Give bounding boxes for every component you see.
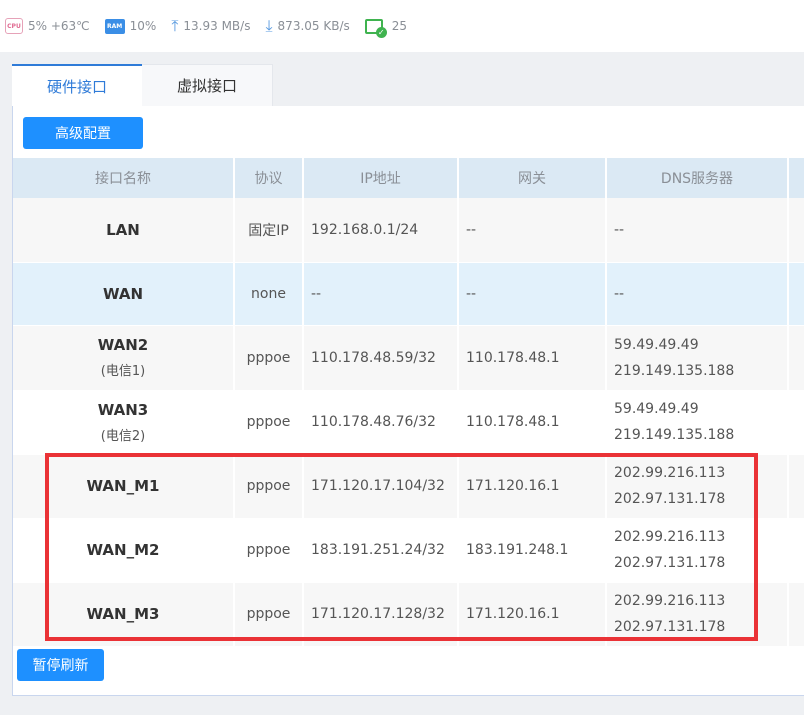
table-row[interactable]: WAN_M3 pppoe 171.120.17.128/32 171.120.1… [13,582,804,647]
protocol: pppoe [234,518,304,583]
dns-secondary: 202.97.131.178 [614,555,726,571]
header-protocol[interactable]: 协议 [234,158,304,198]
connections-stat: ✓ 25 [364,18,408,38]
ip-address: -- [303,262,459,326]
ip-address: 110.178.48.76/32 [303,390,459,455]
dns-primary: 59.49.49.49 [614,336,699,353]
dns-secondary: 202.97.131.178 [614,619,726,635]
gateway: -- [458,198,607,263]
download-value: 873.05 KB/s [277,19,350,33]
gateway: -- [458,262,607,326]
ip-address: 171.120.17.128/32 [303,582,459,647]
interface-name: WAN [102,284,144,303]
dns-cell: -- [606,262,789,326]
ip-address: 192.168.0.1/24 [303,198,459,263]
ip-address: 183.191.251.24/32 [303,518,459,583]
gateway: 171.120.16.1 [458,582,607,647]
dns-secondary: 219.149.135.188 [614,427,735,443]
cpu-value: 5% +63℃ [28,19,90,33]
gateway: 171.120.16.1 [458,454,607,519]
interface-name: WAN3 [97,400,149,419]
interface-alias: (电信1) [100,364,146,379]
interface-alias: (电信2) [100,428,146,444]
dns-cell: 202.99.216.113 202.97.131.178 [606,582,789,647]
interface-name-cell: WAN [13,262,235,326]
protocol: 固定IP [234,198,304,263]
dns-cell: 202.99.216.113 202.97.131.178 [606,518,789,583]
dns-primary: 59.49.49.49 [614,401,699,417]
interface-name: WAN_M3 [86,605,160,623]
protocol: none [234,262,304,326]
status-bar: CPU 5% +63℃ RAM 10% ⤒ 13.93 MB/s ⤓ 873.0… [0,0,804,52]
dns-primary: 202.99.216.113 [614,593,726,609]
header-gateway[interactable]: 网关 [458,158,607,198]
interface-table: 接口名称 协议 IP地址 网关 DNS服务器 LAN 固定IP 192.168.… [13,158,804,647]
gateway: 183.191.248.1 [458,518,607,583]
ram-stat: RAM 10% [104,18,157,34]
table-row[interactable]: WAN2 (电信1) pppoe 110.178.48.59/32 110.17… [13,325,804,391]
dns-secondary: 219.149.135.188 [614,362,735,379]
header-interface-name[interactable]: 接口名称 [13,158,235,198]
monitor-check-icon: ✓ [364,18,387,38]
interface-name-cell: WAN_M3 [13,582,235,647]
download-stat: ⤓ 873.05 KB/s [265,18,349,34]
dns-secondary: 202.97.131.178 [614,491,726,507]
dns-cell: -- [606,198,789,263]
interface-panel: 高级配置 接口名称 协议 IP地址 网关 DNS服务器 LAN 固定IP 192… [12,106,804,696]
interface-name: WAN_M1 [86,477,160,495]
interface-name-cell: LAN [13,198,235,263]
ram-icon: RAM [104,18,125,34]
interface-name: LAN [106,220,140,239]
table-row[interactable]: WAN none -- -- -- [13,262,804,326]
protocol: pppoe [234,582,304,647]
dns-primary: 202.99.216.113 [614,465,726,481]
download-arrow-icon: ⤓ [265,16,273,35]
interface-name: WAN_M2 [86,541,160,559]
tab-virtual-interface[interactable]: 虚拟接口 [142,64,273,106]
gateway: 110.178.48.1 [458,390,607,455]
table-header-row: 接口名称 协议 IP地址 网关 DNS服务器 [13,158,804,198]
ram-value: 10% [129,19,157,33]
dns-primary: -- [614,285,625,302]
interface-name-cell: WAN_M2 [13,518,235,583]
dns-cell: 59.49.49.49 219.149.135.188 [606,325,789,391]
tab-hardware-interface[interactable]: 硬件接口 [12,64,142,106]
upload-value: 13.93 MB/s [183,19,251,33]
table-row[interactable]: WAN3 (电信2) pppoe 110.178.48.76/32 110.17… [13,390,804,455]
header-overflow [788,158,804,198]
advanced-config-button[interactable]: 高级配置 [23,117,143,149]
pause-refresh-button[interactable]: 暂停刷新 [17,649,104,681]
connections-value: 25 [391,19,408,33]
header-ip-address[interactable]: IP地址 [303,158,459,198]
ip-address: 110.178.48.59/32 [303,325,459,391]
table-row[interactable]: WAN_M2 pppoe 183.191.251.24/32 183.191.2… [13,518,804,583]
protocol: pppoe [234,454,304,519]
dns-primary: -- [614,221,625,238]
cpu-stat: CPU 5% +63℃ [5,18,90,34]
dns-primary: 202.99.216.113 [614,529,726,545]
protocol: pppoe [234,390,304,455]
protocol: pppoe [234,325,304,391]
interface-name-cell: WAN3 (电信2) [13,390,235,455]
header-dns-server[interactable]: DNS服务器 [606,158,789,198]
upload-stat: ⤒ 13.93 MB/s [171,18,250,34]
interface-name-cell: WAN2 (电信1) [13,325,235,391]
cpu-icon: CPU [5,18,23,34]
interface-tabs: 硬件接口 虚拟接口 [12,64,273,106]
gateway: 110.178.48.1 [458,325,607,391]
dns-cell: 59.49.49.49 219.149.135.188 [606,390,789,455]
ip-address: 171.120.17.104/32 [303,454,459,519]
upload-arrow-icon: ⤒ [171,16,179,35]
interface-name: WAN2 [97,336,149,354]
interface-name-cell: WAN_M1 [13,454,235,519]
table-row[interactable]: LAN 固定IP 192.168.0.1/24 -- -- [13,198,804,263]
table-row[interactable]: WAN_M1 pppoe 171.120.17.104/32 171.120.1… [13,454,804,519]
dns-cell: 202.99.216.113 202.97.131.178 [606,454,789,519]
